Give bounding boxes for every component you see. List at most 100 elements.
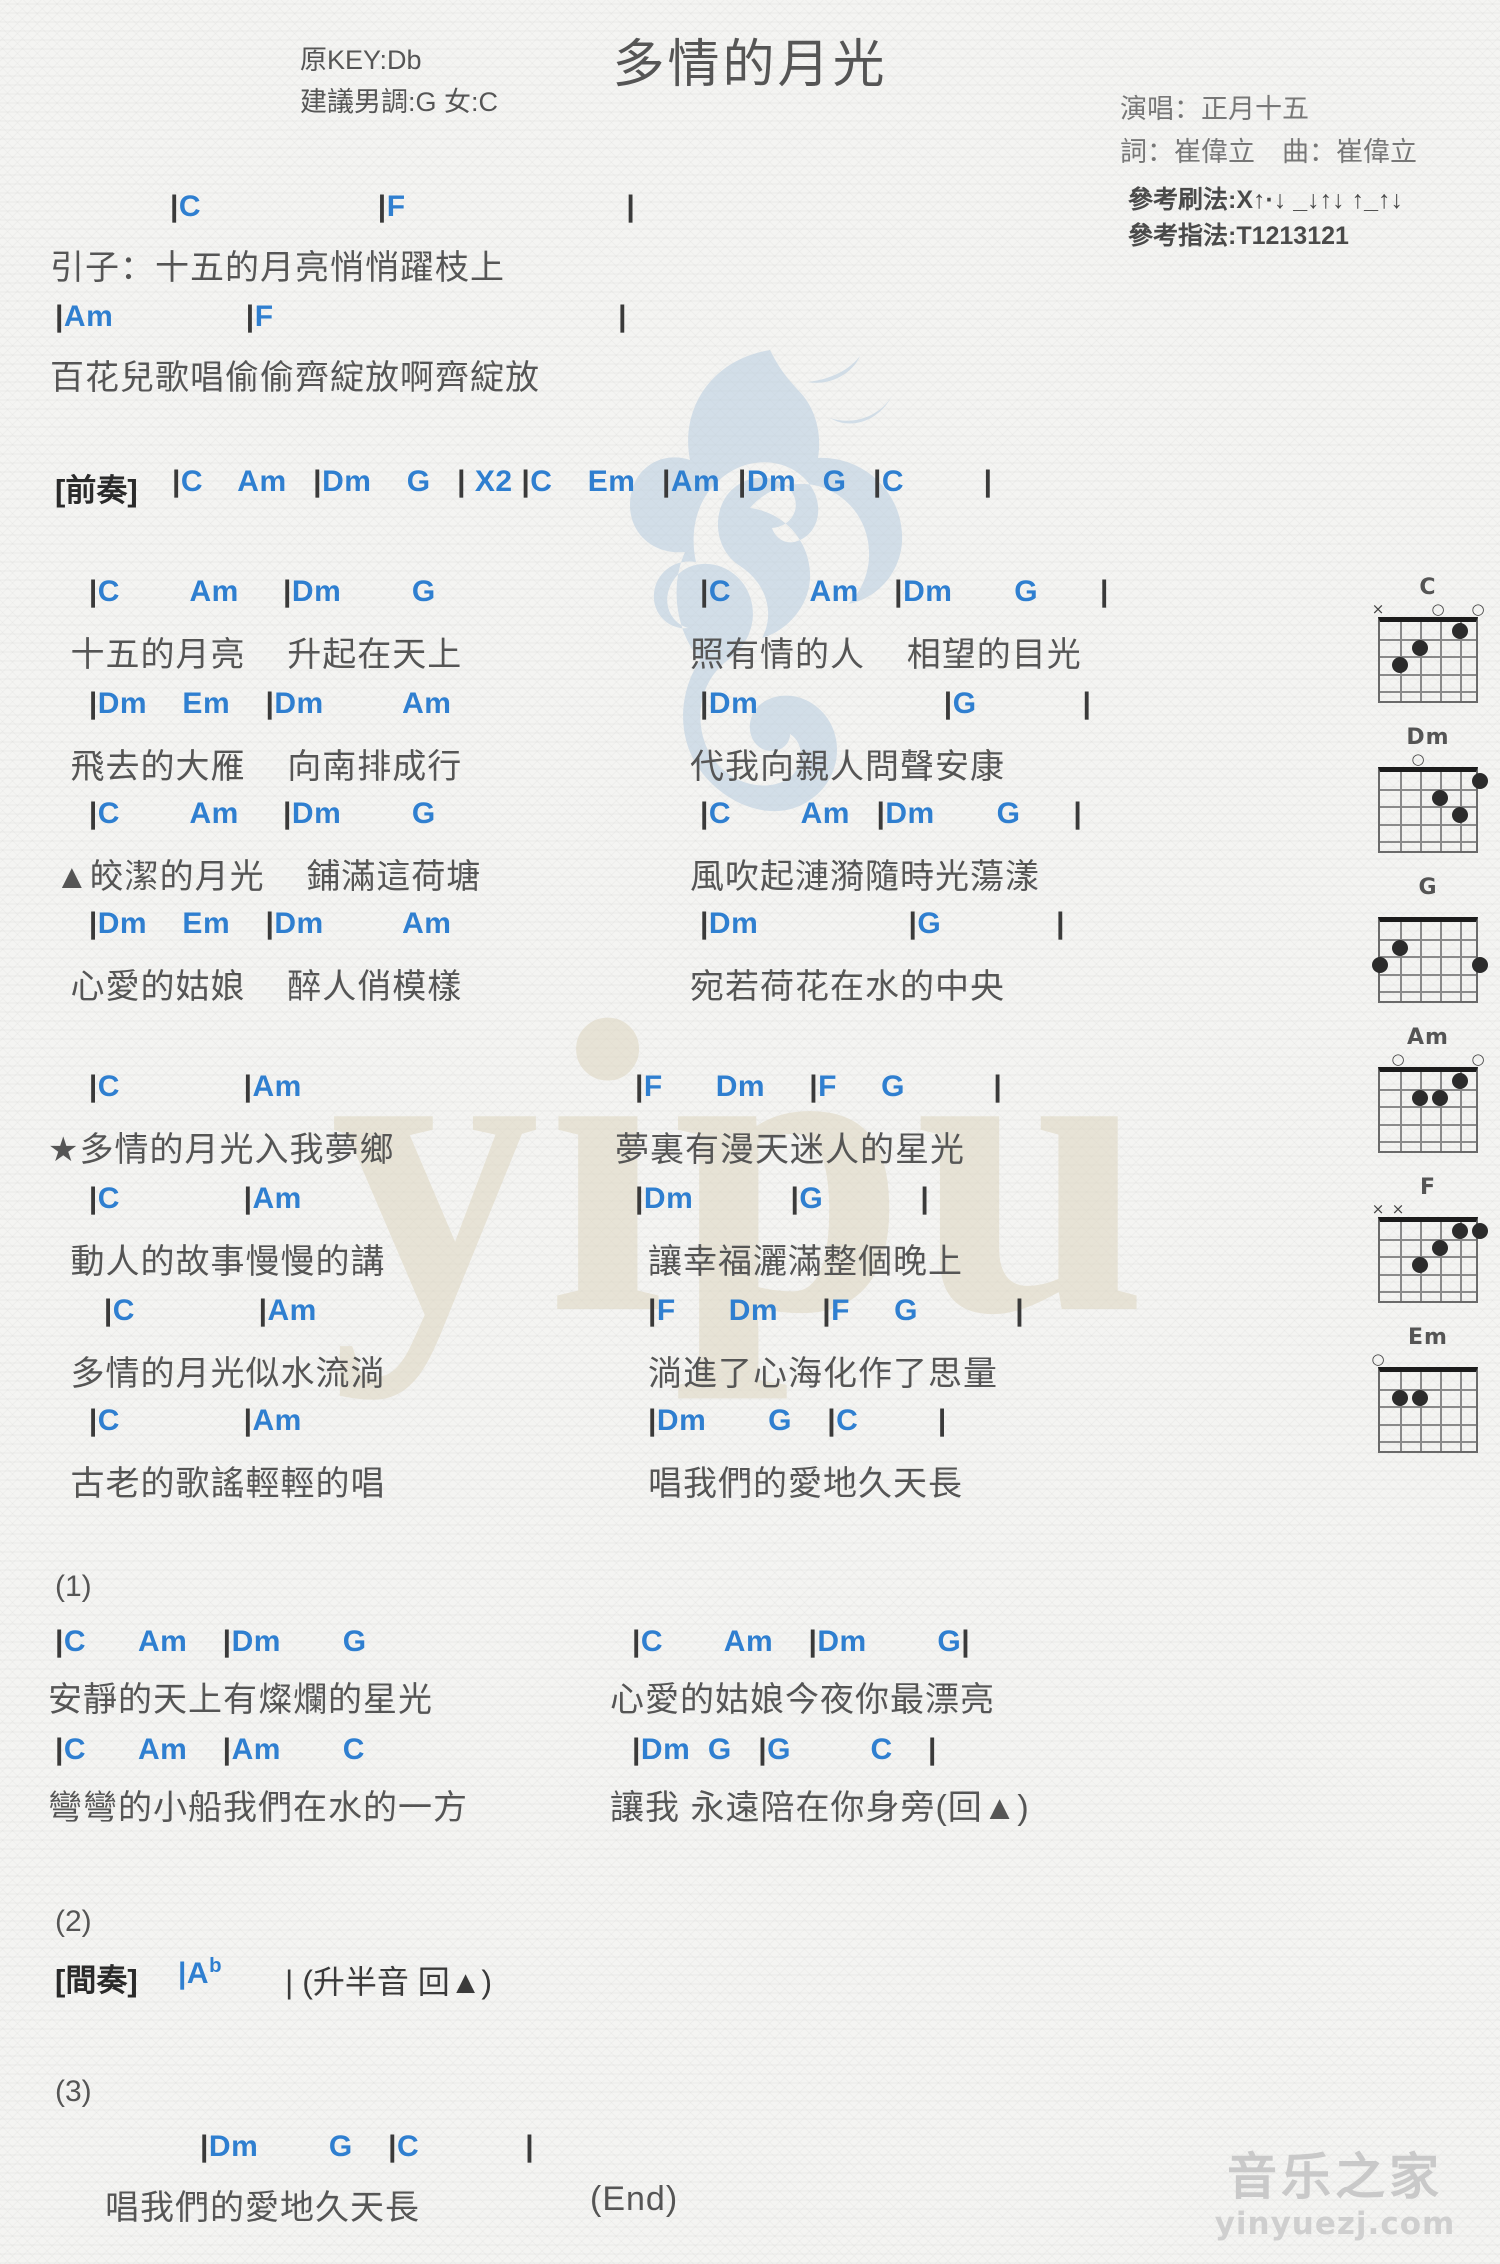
credits: 演唱：正月十五 詞：崔偉立 曲：崔偉立 (1120, 88, 1417, 174)
verse-4-chords-left: |Dm Em |Dm Am (88, 907, 452, 940)
verse-3-lyrics-left: ▲皎潔的月光 鋪滿這荷塘 (55, 858, 482, 896)
bar-line: | (243, 1404, 253, 1437)
fret-line (1380, 1106, 1476, 1109)
singer: 演唱：正月十五 (1120, 94, 1309, 124)
finger-dot (1432, 1239, 1448, 1256)
bar-line: | (265, 907, 275, 940)
string-line (1400, 1072, 1402, 1151)
bar-line: | (283, 797, 292, 830)
string-line (1400, 1372, 1402, 1451)
bar-line: | (700, 907, 709, 940)
chorus-4-lyrics-left: 古老的歌謠輕輕的唱 (60, 1465, 386, 1503)
string-line (1400, 772, 1402, 851)
bar-line: | (1015, 1294, 1025, 1327)
verse-1-lyrics-left: 十五的月亮 升起在天上 (60, 636, 463, 674)
fret-line (1380, 690, 1476, 693)
verse-1-chords-left: |C Am |Dm G (88, 575, 436, 608)
intro-chords-2: |Am |F | (55, 300, 627, 333)
fretboard-grid (1378, 767, 1488, 853)
bar-line: | (943, 687, 953, 720)
ending3-lyrics: 唱我們的愛地久天長 (105, 2189, 420, 2227)
fret-line (1380, 1423, 1476, 1426)
fretboard-grid (1378, 1367, 1478, 1453)
chorus-4-chords-right: |Dm G |C | (648, 1404, 947, 1437)
fret-line (1380, 1406, 1476, 1409)
flat-symbol: b (209, 1955, 223, 1977)
prelude-chords: |C Am |Dm G | X2 |C Em |Am |Dm G |C | (172, 465, 993, 498)
chord-diagram-name: G (1418, 875, 1438, 900)
fret-line (1380, 1290, 1476, 1293)
finger-dot (1412, 1389, 1428, 1406)
play-info: 參考刷法:X↑·↓ _↓↑↓ ↑_↑↓ 參考指法:T1213121 (1128, 182, 1403, 255)
end-marker: (End) (590, 2180, 679, 2218)
open-string-marker: ○ (1391, 1050, 1405, 1068)
original-key: 原KEY:Db (300, 45, 422, 75)
finger-dot (1452, 1072, 1468, 1089)
string-line (1420, 1072, 1422, 1151)
ending-number-3: (3) (55, 2075, 92, 2108)
bar-line: | (737, 465, 747, 498)
chord-diagram-markers: × × (1368, 1202, 1488, 1217)
bar-line: | (632, 1733, 641, 1766)
bar-line: | (222, 1625, 232, 1658)
interlude-chord: |Ab (178, 1955, 222, 1991)
prelude-label: [前奏] (55, 473, 138, 508)
bar-line: | (700, 797, 709, 830)
fret-line (1380, 1239, 1476, 1242)
finger-dot (1412, 1257, 1428, 1273)
bar-line: | (243, 1070, 253, 1103)
bar-line: | (521, 465, 531, 498)
bar-line: | (908, 907, 918, 940)
muted-string-marker: × (1371, 600, 1385, 618)
bar-line: | (1073, 797, 1083, 830)
open-string-marker: ○ (1471, 600, 1485, 618)
interlude-label: [間奏] (55, 1963, 138, 1998)
bar-line: | (993, 1070, 1003, 1103)
chord-diagram-f: F × × (1368, 1175, 1488, 1303)
finger-dot (1392, 1389, 1408, 1406)
bar-line: | (88, 907, 98, 940)
chorus-2-lyrics-left: 動人的故事慢慢的講 (60, 1243, 386, 1281)
bar-line: | (55, 1733, 64, 1766)
chorus-3-chords-left: |C |Am (103, 1294, 317, 1327)
chorus-4-lyrics-right: 唱我們的愛地久天長 (648, 1465, 963, 1503)
bar-line: | (1099, 575, 1109, 608)
fret-line (1380, 823, 1476, 826)
verse-3-chords-right: |C Am |Dm G | (700, 797, 1083, 830)
bar-line: | (920, 1182, 930, 1215)
suggested-key: 建議男調:G 女:C (300, 86, 499, 117)
ending1-line1-chords-left: |C Am |Dm G (55, 1625, 367, 1658)
muted-string-marker: × (1391, 1200, 1405, 1218)
bar-line: | (700, 687, 709, 720)
verse-3-lyrics-right: 風吹起漣漪隨時光蕩漾 (690, 858, 1040, 896)
ending3-chords: |Dm G |C | (200, 2130, 535, 2163)
bar-line: | (525, 2130, 535, 2163)
bar-line: | (809, 1070, 819, 1103)
bar-line: | (808, 1625, 818, 1658)
bar-line: | (258, 1294, 268, 1327)
bar-line: | (876, 797, 886, 830)
muted-string-marker: × (1371, 1200, 1385, 1218)
fret-line (1380, 840, 1476, 843)
string-line (1420, 1372, 1422, 1451)
string-line (1440, 922, 1442, 1001)
chorus-1-chords-right: |F Dm |F G | (635, 1070, 1003, 1103)
bar-line: | (648, 1294, 657, 1327)
bar-line: | (283, 575, 292, 608)
bar-line: | (103, 1294, 113, 1327)
bar-line: | (648, 1404, 657, 1437)
fretboard-grid (1378, 617, 1478, 703)
fret-line (1380, 1440, 1476, 1443)
bar-line: | (827, 1404, 837, 1437)
string-line (1420, 622, 1422, 701)
intro-lyrics-2: 百花兒歌唱偷偷齊綻放啊齊綻放 (50, 359, 540, 397)
chorus-1-lyrics-left: ★多情的月光入我夢鄉 (48, 1131, 395, 1169)
bar-line: | (243, 1182, 253, 1215)
chord-diagram-name: C (1419, 575, 1437, 600)
chord-diagram-name: F (1419, 1175, 1437, 1200)
chorus-4-chords-left: |C |Am (88, 1404, 302, 1437)
bar-line: | (170, 190, 179, 223)
bar-line: | (618, 300, 627, 333)
chord-diagram-am: Am ○ ○ (1368, 1025, 1488, 1153)
site-logo-url: yinyuezj.com (1214, 2206, 1456, 2242)
